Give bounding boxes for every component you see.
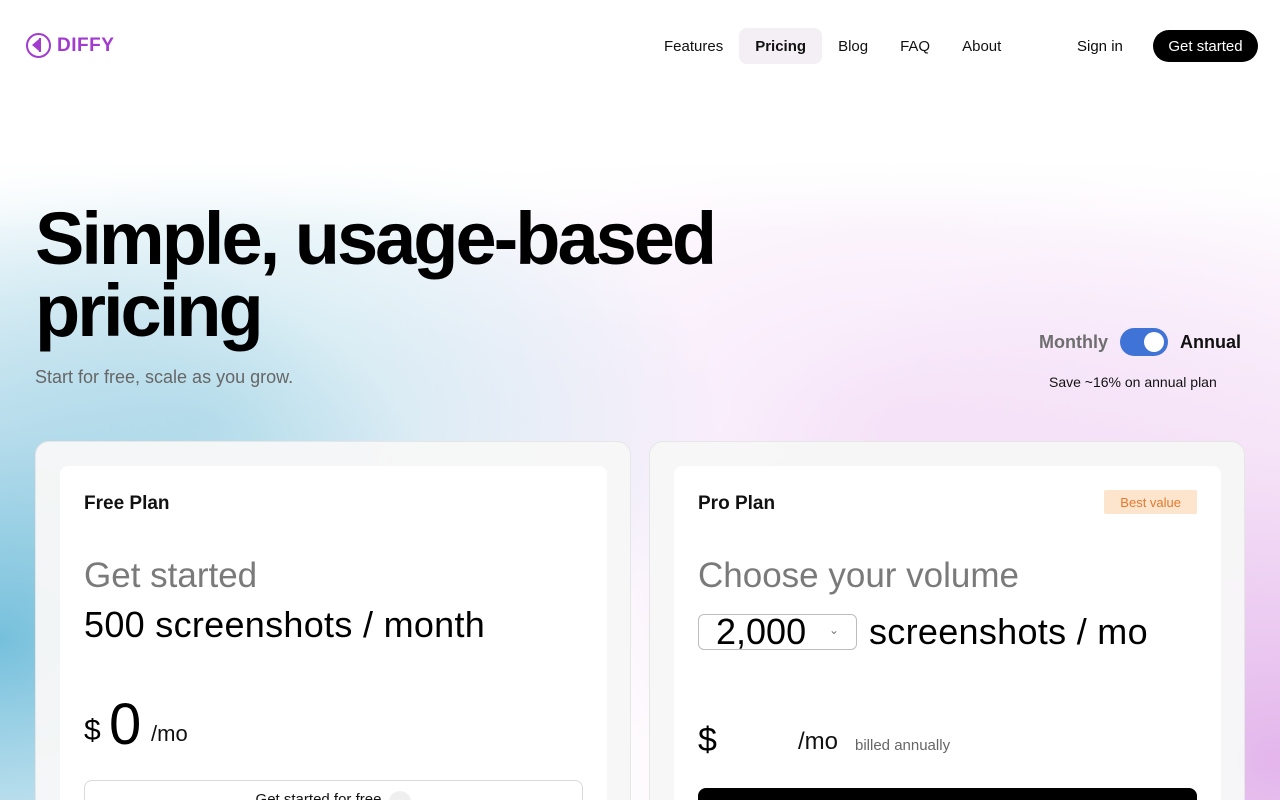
- nav-link-blog[interactable]: Blog: [822, 28, 884, 64]
- annual-label[interactable]: Annual: [1180, 332, 1241, 353]
- price-period: /mo: [798, 728, 839, 755]
- billing-note: billed annually: [855, 737, 951, 754]
- get-started-free-button[interactable]: Get started for free ›: [84, 780, 583, 800]
- billing-toggle[interactable]: [1120, 328, 1168, 356]
- nav-link-faq[interactable]: FAQ: [884, 28, 946, 64]
- best-value-badge: Best value: [1104, 490, 1197, 514]
- page-title-line2: pricing: [35, 269, 264, 352]
- cta-label: Get started for free: [255, 791, 382, 800]
- price-currency: $: [698, 721, 717, 759]
- page-title: Simple, usage-based pricing: [35, 202, 755, 348]
- diffy-logo-icon: [26, 33, 51, 58]
- price-period: /mo: [151, 721, 188, 746]
- toggle-knob: [1144, 332, 1164, 352]
- nav-link-pricing[interactable]: Pricing: [739, 28, 823, 64]
- page-subtitle: Start for free, scale as you grow.: [35, 367, 294, 387]
- free-plan-card: Free Plan Get started 500 screenshots / …: [35, 441, 631, 800]
- monthly-label[interactable]: Monthly: [1039, 332, 1108, 353]
- chevron-right-icon: ›: [389, 791, 412, 800]
- free-plan-card-body: Free Plan Get started 500 screenshots / …: [60, 466, 607, 800]
- top-nav: DIFFY Features Pricing Blog FAQ About Si…: [0, 0, 1280, 92]
- plan-kicker: Choose your volume: [698, 556, 1019, 595]
- billing-period-switch: Monthly Annual: [1039, 328, 1241, 356]
- volume-select-value: 2,000: [716, 611, 807, 652]
- sign-in-link[interactable]: Sign in: [1067, 28, 1133, 64]
- brand-logo[interactable]: DIFFY: [26, 33, 114, 58]
- plan-kicker: Get started: [84, 556, 258, 595]
- plan-name: Free Plan: [84, 493, 170, 514]
- plan-name: Pro Plan: [698, 493, 776, 514]
- chevron-down-icon: ⌄: [828, 623, 839, 637]
- pro-plan-card-body: Pro Plan Best value Choose your volume 2…: [674, 466, 1221, 800]
- brand-name: DIFFY: [57, 34, 115, 56]
- nav-link-features[interactable]: Features: [648, 28, 739, 64]
- price-amount: 0: [109, 692, 142, 757]
- annual-savings-note: Save ~16% on annual plan: [1049, 374, 1217, 390]
- volume-select[interactable]: 2,000 ⌄: [698, 611, 857, 652]
- volume-unit: screenshots / mo: [869, 611, 1148, 652]
- price-currency: $: [84, 714, 101, 747]
- page-title-line1: Simple, usage-based: [35, 197, 717, 280]
- get-started-button[interactable]: Get started: [1153, 30, 1258, 62]
- nav-links: Features Pricing Blog FAQ About: [648, 28, 1017, 64]
- pro-plan-cta-button[interactable]: [698, 788, 1197, 800]
- nav-link-about[interactable]: About: [946, 28, 1017, 64]
- plan-volume: 500 screenshots / month: [84, 604, 486, 645]
- pro-plan-card: Pro Plan Best value Choose your volume 2…: [649, 441, 1245, 800]
